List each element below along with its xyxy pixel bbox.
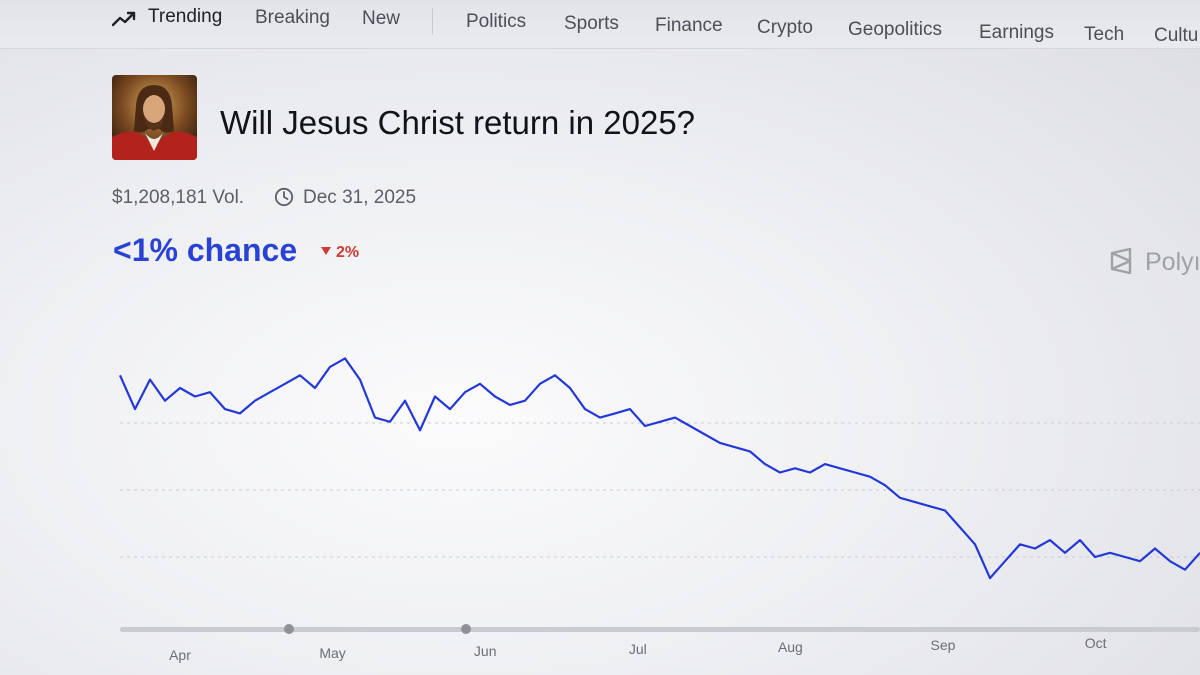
time-range-slider[interactable]: [120, 624, 1200, 634]
chart-gridlines: [120, 422, 1200, 558]
slider-track: [120, 627, 1200, 632]
x-tick-label: May: [319, 645, 345, 661]
series-line-0: [118, 357, 1200, 580]
x-tick-label: Jun: [474, 643, 497, 659]
x-tick-label: Sep: [931, 637, 956, 653]
price-history-chart[interactable]: Apr May Jun Jul Aug Sep Oct: [0, 0, 1200, 675]
x-tick-label: Jul: [629, 641, 647, 657]
x-tick-label: Aug: [778, 639, 803, 655]
slider-handle-right[interactable]: [461, 624, 471, 634]
x-tick-label: Oct: [1085, 635, 1107, 651]
slider-handle-left[interactable]: [284, 624, 294, 634]
x-tick-label: Apr: [169, 647, 191, 663]
